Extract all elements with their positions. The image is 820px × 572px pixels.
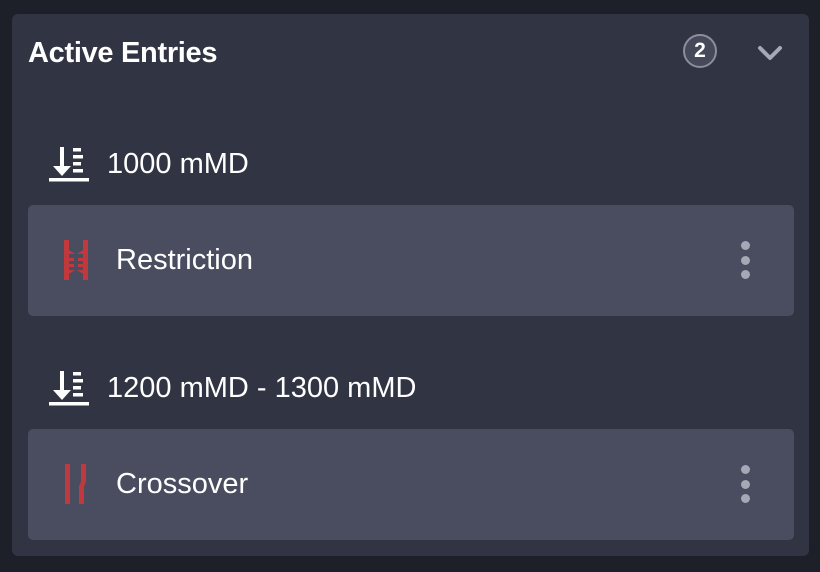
restriction-icon — [64, 240, 88, 280]
menu-dot — [740, 479, 750, 489]
collapse-button[interactable] — [752, 38, 788, 68]
count-badge: 2 — [683, 34, 717, 68]
chevron-down-icon — [758, 46, 782, 60]
depth-group-header: 1000 mMD — [48, 144, 249, 184]
entry-crossover[interactable]: Crossover — [28, 429, 794, 540]
depth-label: 1200 mMD - 1300 mMD — [107, 372, 417, 404]
menu-dot — [740, 255, 750, 265]
menu-dot — [740, 494, 750, 503]
depth-icon — [49, 371, 89, 406]
entry-label: Crossover — [116, 468, 249, 500]
entry-menu-button[interactable] — [733, 241, 757, 279]
entry-menu-button[interactable] — [733, 465, 757, 503]
entry-restriction[interactable]: Restriction — [28, 205, 794, 316]
depth-group-header: 1200 mMD - 1300 mMD — [48, 368, 416, 408]
panel-header[interactable]: Active Entries 2 — [12, 14, 809, 92]
more-vertical-icon — [740, 241, 750, 250]
menu-dot — [740, 270, 750, 279]
active-entries-panel: Active Entries 2 1000 mMD Restriction 12… — [12, 14, 809, 556]
entry-label: Restriction — [116, 244, 253, 276]
more-vertical-icon — [740, 465, 750, 474]
crossover-icon — [65, 464, 86, 504]
panel-title: Active Entries — [28, 37, 218, 69]
depth-label: 1000 mMD — [107, 148, 249, 180]
depth-icon — [49, 147, 89, 182]
